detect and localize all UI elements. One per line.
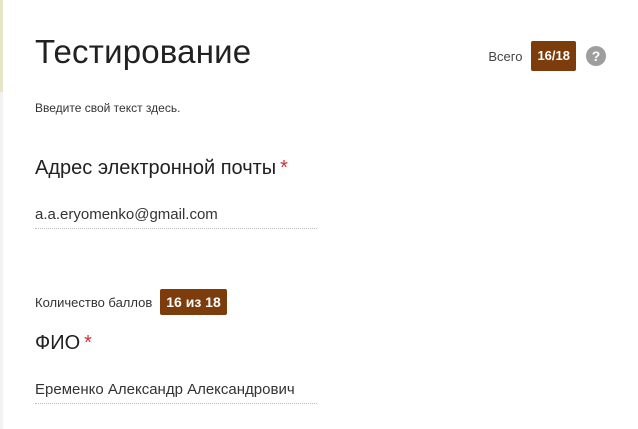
points-area: Количество баллов 16 из 18 xyxy=(35,289,227,315)
question-name-title: ФИО * xyxy=(35,332,92,355)
question-email-title: Адрес электронной почты * xyxy=(35,157,288,180)
total-score-badge: 16/18 xyxy=(531,41,576,71)
form-description: Введите свой текст здесь. xyxy=(35,101,181,115)
left-edge-strip xyxy=(0,0,3,429)
left-edge-accent xyxy=(0,0,3,92)
question-email-label: Адрес электронной почты xyxy=(35,157,277,179)
points-badge: 16 из 18 xyxy=(160,289,227,315)
total-score-label: Всего xyxy=(488,48,523,64)
name-answer: Еременко Александр Александрович xyxy=(35,381,317,404)
email-answer: a.a.eryomenko@gmail.com xyxy=(35,206,317,229)
form-container: Тестирование Всего 16/18 ? Введите свой … xyxy=(35,0,638,429)
total-score-area: Всего 16/18 ? xyxy=(488,41,606,71)
points-label: Количество баллов xyxy=(35,294,153,310)
help-icon[interactable]: ? xyxy=(586,46,606,66)
required-asterisk: * xyxy=(84,332,92,354)
form-title: Тестирование xyxy=(35,33,252,70)
required-asterisk: * xyxy=(280,157,288,179)
question-name-label: ФИО xyxy=(35,332,81,354)
